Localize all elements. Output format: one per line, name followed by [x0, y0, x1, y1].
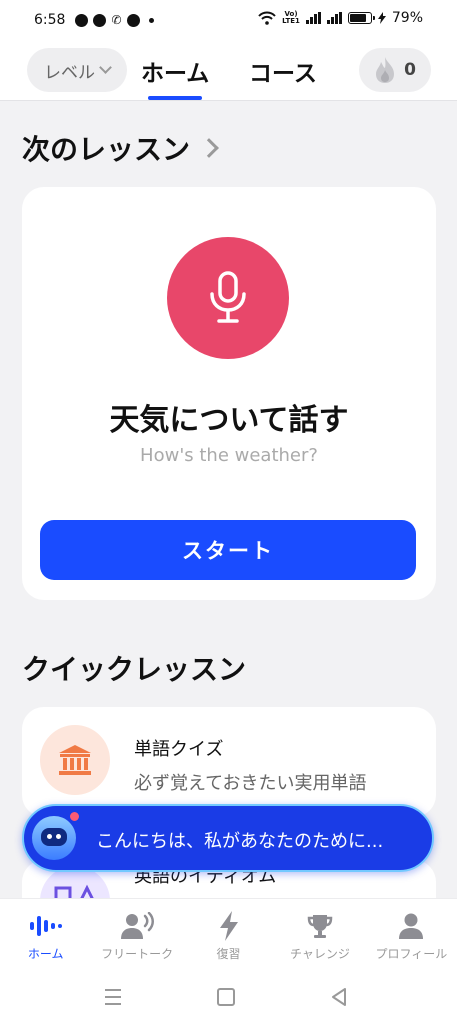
more-notifications-dot: [148, 17, 154, 23]
quick-lesson-subtitle: 必ず覚えておきたい実用単語: [134, 773, 367, 794]
next-lesson-heading[interactable]: 次のレッスン: [22, 128, 219, 168]
battery-icon: [347, 12, 375, 24]
assistant-message: こんにちは、私があなたのために...: [96, 831, 384, 852]
streak-counter[interactable]: 0: [359, 48, 431, 92]
level-selector[interactable]: レベル: [27, 48, 127, 92]
chevron-down-icon: [99, 61, 112, 74]
assistant-chat-bubble[interactable]: こんにちは、私があなたのために...: [22, 804, 434, 872]
person-speaking-icon: [120, 911, 155, 941]
status-bar: 6:58 ✆ Vo) LTE1 79%: [0, 0, 457, 40]
lightning-icon: [212, 911, 246, 941]
battery-percent: 79%: [391, 10, 423, 26]
volte-icon: Vo) LTE1: [282, 10, 300, 25]
nav-item-challenge[interactable]: チャレンジ: [274, 899, 365, 971]
level-label: レベル: [44, 62, 95, 83]
streak-count: 0: [404, 60, 416, 80]
recent-apps-icon[interactable]: [100, 984, 126, 1010]
nav-item-review[interactable]: 復習: [183, 899, 274, 971]
quick-lesson-title: 単語クイズ: [134, 739, 224, 760]
quiz-icon-badge: [40, 725, 110, 795]
nav-item-free-talk[interactable]: フリートーク: [91, 899, 182, 971]
sound-wave-icon: [29, 911, 63, 941]
trophy-icon: [303, 911, 337, 941]
bot-avatar: [32, 816, 76, 860]
nav-label: フリートーク: [101, 947, 174, 961]
lesson-subtitle: How's the weather?: [140, 445, 318, 466]
signal-1-icon: [305, 12, 321, 24]
nav-item-home[interactable]: ホーム: [0, 899, 91, 971]
system-nav-bar: [0, 970, 457, 1024]
status-time: 6:58: [34, 12, 66, 28]
quick-lesson-item-vocab-quiz[interactable]: 単語クイズ 必ず覚えておきたい実用単語: [22, 707, 436, 817]
phone-icon: ✆: [111, 13, 122, 27]
notification-icons: ✆: [75, 13, 154, 27]
tab-home[interactable]: ホーム: [141, 54, 209, 88]
nav-item-profile[interactable]: プロフィール: [366, 899, 457, 971]
app-notification-icon: [126, 13, 140, 27]
back-icon[interactable]: [326, 984, 352, 1010]
bot-eye-icon: [47, 834, 52, 839]
microphone-icon: [210, 271, 246, 323]
chat-bubble-icon: [75, 13, 89, 27]
next-lesson-title: 次のレッスン: [22, 133, 191, 166]
home-button-icon[interactable]: [213, 984, 239, 1010]
nav-label: プロフィール: [375, 947, 448, 961]
next-lesson-card[interactable]: 天気について話す How's the weather? スタート: [22, 187, 436, 600]
notification-dot: [70, 812, 79, 821]
tab-course[interactable]: コース: [249, 54, 317, 88]
bottom-nav: ホーム フリートーク 復習 チャレンジ プロフィール: [0, 898, 457, 971]
line-app-icon: [93, 13, 107, 27]
bot-face-icon: [41, 828, 67, 846]
nav-label: 復習: [216, 947, 241, 961]
start-button[interactable]: スタート: [40, 520, 416, 580]
lesson-title: 天気について話す: [109, 403, 349, 438]
bank-icon: [59, 745, 91, 775]
status-indicators: Vo) LTE1 79%: [258, 10, 423, 26]
nav-label: ホーム: [27, 947, 64, 961]
active-tab-indicator: [148, 96, 202, 100]
quick-lessons-title: クイックレッスン: [22, 653, 247, 686]
top-bar: レベル ホーム コース 0: [0, 40, 457, 101]
microphone-badge: [167, 237, 289, 359]
flame-icon: [376, 57, 395, 83]
nav-label: チャレンジ: [289, 947, 350, 961]
wifi-icon: [258, 11, 276, 25]
chevron-right-icon: [199, 138, 219, 158]
bot-eye-icon: [56, 834, 61, 839]
signal-2-icon: [326, 12, 342, 24]
person-icon: [394, 911, 428, 941]
charging-bolt-icon: [377, 12, 386, 24]
